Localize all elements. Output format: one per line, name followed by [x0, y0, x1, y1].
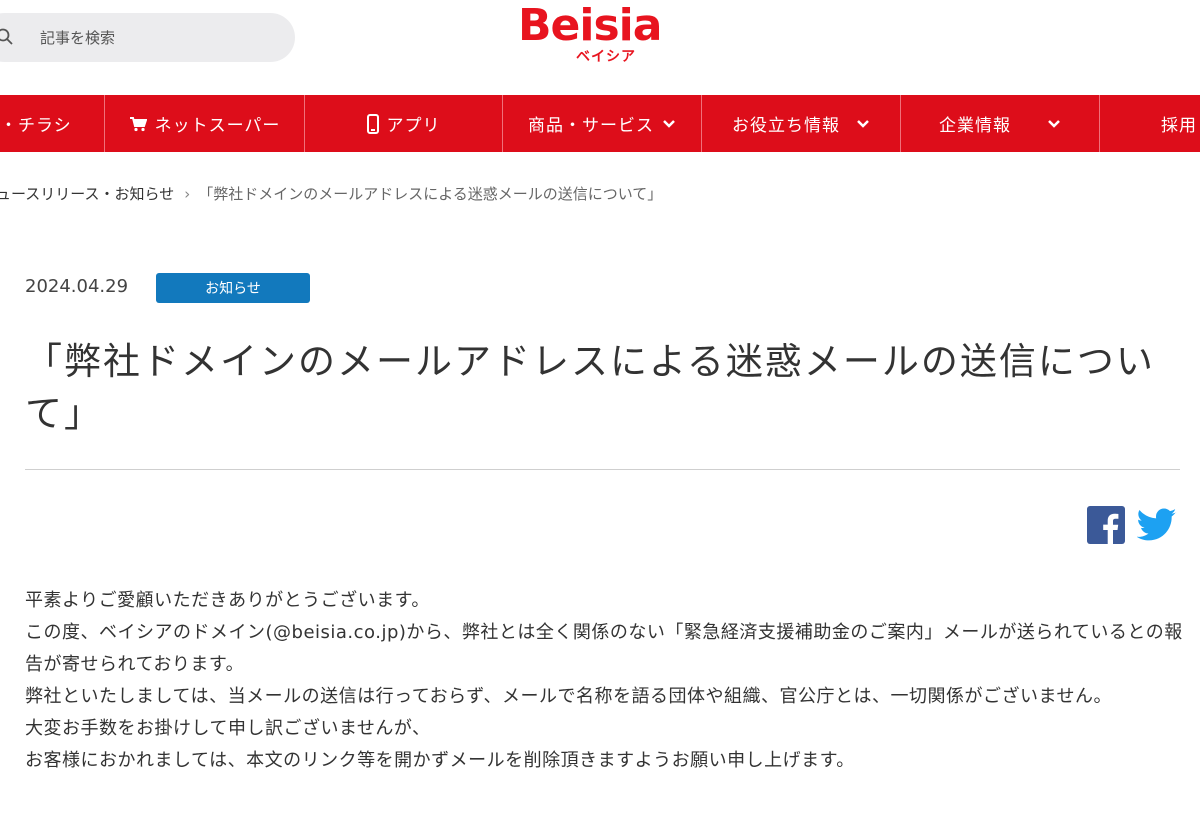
breadcrumb-separator: ›: [184, 185, 191, 203]
article-paragraph: お客様におかれましては、本文のリンク等を開かずメールを削除頂きますようお願い申し…: [25, 750, 855, 771]
article-paragraph: 平素よりご愛顧いただきありがとうございます。: [25, 590, 430, 611]
nav-item-company[interactable]: 企業情報: [901, 95, 1099, 152]
article-paragraph: 弊社といたしましては、当メールの送信は行っておらず、メールで名称を語る団体や組織…: [25, 686, 1112, 707]
nav-item-label: 企業情報: [939, 116, 1011, 136]
nav-item-app[interactable]: アプリ: [305, 95, 502, 152]
title-divider: [25, 469, 1180, 470]
article-paragraph: この度、ベイシアのドメイン(@beisia.co.jp)から、弊社とは全く関係の…: [25, 622, 1183, 675]
article-paragraph: 大変お手数をお掛けして申し訳ございませんが、: [25, 718, 431, 739]
search-icon: [0, 28, 13, 45]
breadcrumb-parent-link[interactable]: ュースリリース・お知らせ: [0, 185, 174, 203]
share-buttons: [1087, 506, 1177, 546]
facebook-icon[interactable]: [1087, 506, 1125, 544]
article-date: 2024.04.29: [25, 276, 129, 297]
article-title: 「弊社ドメインのメールアドレスによる迷惑メールの送信について」: [25, 340, 1155, 435]
logo-kana: ベイシア: [576, 49, 636, 65]
chevron-down-icon: [1047, 119, 1061, 129]
breadcrumb: ュースリリース・お知らせ › 「弊社ドメインのメールアドレスによる迷惑メールの送信に…: [0, 183, 662, 204]
chevron-down-icon: [856, 119, 870, 129]
nav-item-flyer[interactable]: ・チラシ: [0, 95, 104, 152]
twitter-icon[interactable]: [1136, 506, 1177, 544]
nav-item-label: お役立ち情報: [732, 116, 840, 136]
nav-item-net-super[interactable]: ネットスーパー: [105, 95, 304, 152]
nav-item-label: 商品・サービス: [528, 116, 654, 136]
chevron-down-icon: [662, 119, 676, 129]
search-box[interactable]: 記事を検索: [0, 13, 295, 62]
nav-item-label: ネットスーパー: [154, 116, 281, 136]
beisia-logo[interactable]: Beisia ベイシア: [518, 0, 688, 66]
nav-item-useful-info[interactable]: お役立ち情報: [702, 95, 900, 152]
cart-icon: [129, 116, 147, 132]
search-input[interactable]: 記事を検索: [40, 27, 115, 48]
nav-item-recruit[interactable]: 採用: [1100, 95, 1200, 152]
nav-item-label: 採用: [1161, 116, 1197, 136]
nav-item-products[interactable]: 商品・サービス: [503, 95, 701, 152]
global-nav: ・チラシ ネットスーパー アプリ 商品・サービス お役立ち情報 企業情報 採用: [0, 95, 1200, 152]
category-badge[interactable]: お知らせ: [156, 273, 310, 303]
article-body: 平素よりご愛顧いただきありがとうございます。 この度、ベイシアのドメイン(@be…: [25, 585, 1185, 777]
breadcrumb-current: 「弊社ドメインのメールアドレスによる迷惑メールの送信について」: [198, 185, 663, 203]
smartphone-icon: [366, 113, 379, 134]
nav-item-label: アプリ: [386, 116, 441, 136]
nav-item-label: ・チラシ: [0, 116, 72, 136]
